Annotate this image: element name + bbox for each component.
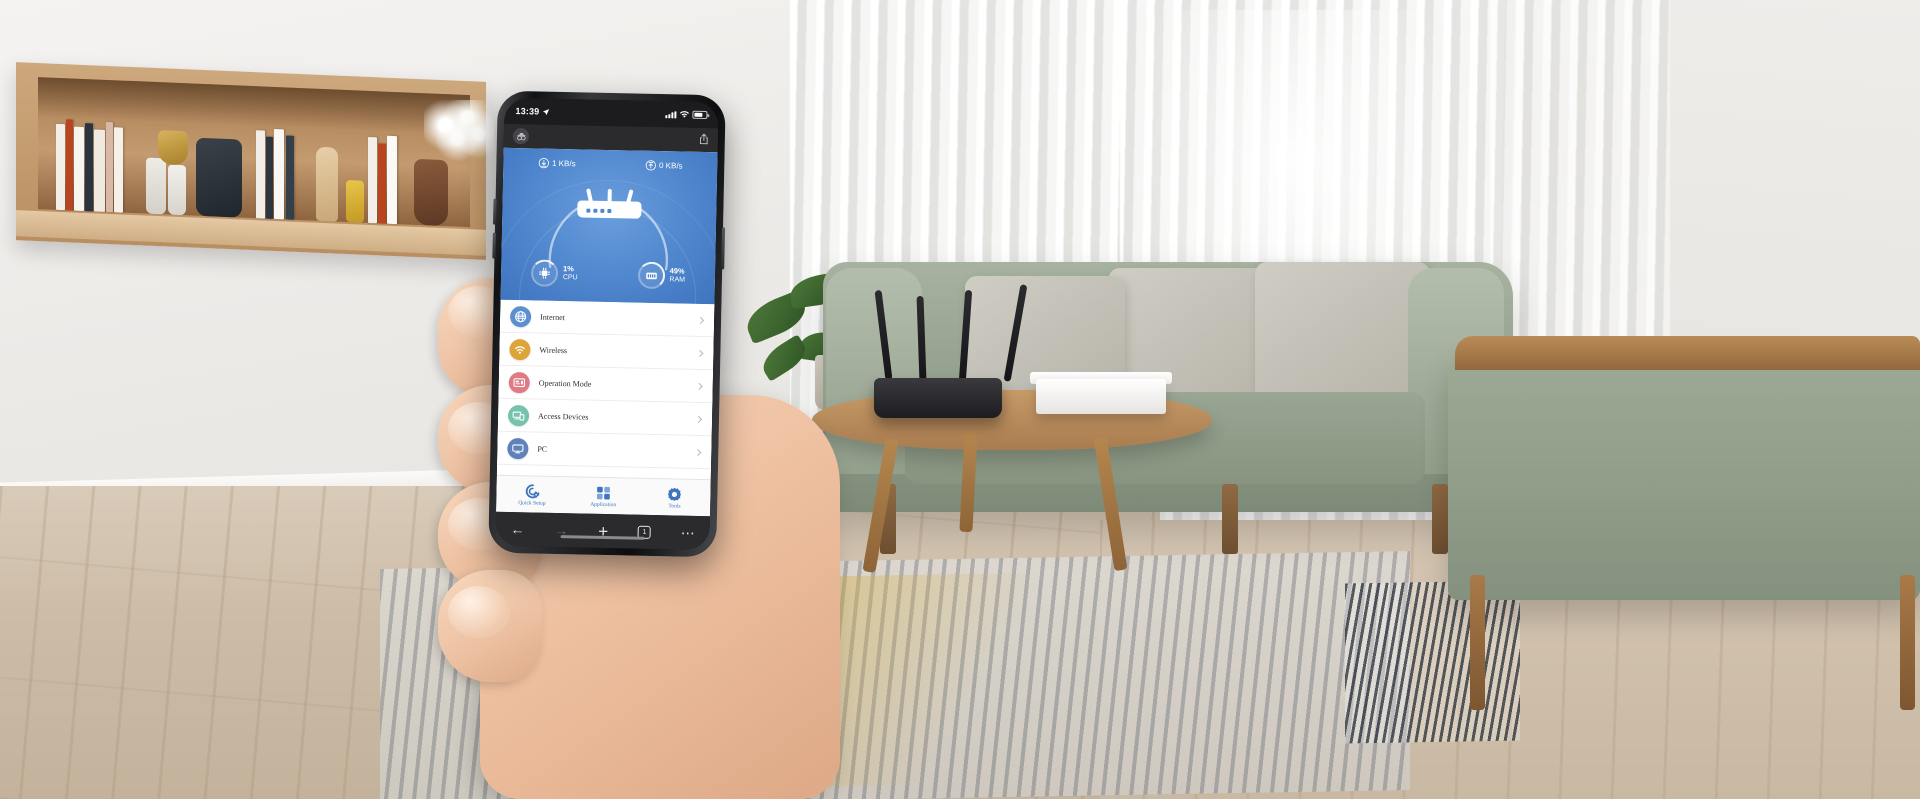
download-speed-value: 1 KB/s <box>551 158 576 169</box>
book <box>274 128 284 220</box>
decor-gold-vase <box>158 130 188 166</box>
tab-label: Quick Setup <box>518 499 546 507</box>
decor-plant-vase <box>414 158 448 227</box>
phone-screen: 13:39 1 KB/s 0 KB/s 1% CPU 49% RAM Inter… <box>495 97 719 551</box>
phone-notch <box>570 99 653 119</box>
cpu-label: CPU <box>562 273 578 282</box>
cpu-gauge-ring <box>530 259 559 287</box>
upload-speed-value: 0 KB/s <box>658 161 683 171</box>
book <box>114 127 123 213</box>
resource-gauges: 1% CPU 49% RAM <box>501 259 716 290</box>
decor-glass-jar <box>168 164 186 216</box>
wifi-icon <box>509 338 531 360</box>
cpu-icon <box>539 267 550 279</box>
book <box>266 136 273 219</box>
smartphone: 13:39 1 KB/s 0 KB/s 1% CPU 49% RAM Inter… <box>488 90 726 558</box>
upload-speed: 0 KB/s <box>645 160 683 172</box>
arrow-left-icon[interactable]: ← <box>510 521 524 537</box>
book <box>85 123 93 212</box>
menu-item-wireless[interactable]: Wireless <box>499 332 714 371</box>
quick-setup-icon <box>525 483 540 498</box>
volume-up-button[interactable] <box>493 198 497 225</box>
ram-label: RAM <box>669 276 686 284</box>
bookshelf-niche <box>16 62 486 260</box>
cpu-value: 1% <box>562 264 574 274</box>
device-mode-icon <box>508 371 530 393</box>
chevron-right-icon <box>694 448 702 456</box>
share-icon[interactable] <box>699 132 709 147</box>
rug-dark-stripe <box>1345 580 1520 744</box>
monitor-icon <box>507 437 529 459</box>
apps-grid-icon <box>596 486 610 499</box>
download-speed: 1 KB/s <box>538 157 576 170</box>
battery-icon <box>692 110 708 119</box>
book <box>368 136 377 224</box>
menu-label: PC <box>537 444 548 454</box>
fingernail <box>448 586 510 638</box>
status-bar-indicators <box>665 110 708 119</box>
menu-item-internet[interactable]: Internet <box>499 299 715 338</box>
chevron-right-icon <box>696 349 704 357</box>
chevron-right-icon <box>694 415 703 423</box>
ram-gauge-text: 49% RAM <box>669 267 685 285</box>
book <box>56 123 65 211</box>
menu-item-access-devices[interactable]: Access Devices <box>497 398 713 437</box>
menu-label: Access Devices <box>537 411 589 422</box>
book <box>66 119 73 211</box>
tab-application[interactable]: Application <box>567 477 639 514</box>
router-app: 1 KB/s 0 KB/s 1% CPU 49% RAM Internet Wi… <box>496 147 718 517</box>
book <box>74 126 84 212</box>
browser-bottom-bar: ← → + 1 ⋯ <box>495 511 710 551</box>
chevron-right-icon <box>697 316 705 324</box>
more-horizontal-icon[interactable]: ⋯ <box>681 525 695 541</box>
book <box>378 143 386 224</box>
ram-icon <box>645 272 657 279</box>
tab-tools[interactable]: Tools <box>639 479 711 516</box>
upload-speed-icon <box>645 160 656 171</box>
router-icon <box>577 187 642 219</box>
cpu-gauge: 1% CPU <box>530 259 578 287</box>
book <box>106 121 113 213</box>
ram-gauge: 49% RAM <box>637 261 685 290</box>
ios-status-bar: 13:39 <box>504 97 719 129</box>
book <box>94 129 105 212</box>
wifi-icon <box>679 111 689 118</box>
menu-label: Wireless <box>539 345 568 355</box>
status-bar-time: 13:39 <box>515 106 540 117</box>
menu-item-operation-mode[interactable]: Operation Mode <box>498 365 714 404</box>
tab-label: Application <box>590 501 617 508</box>
decor-glass-jar <box>146 157 166 215</box>
menu-label: Internet <box>540 312 566 322</box>
book <box>387 135 397 225</box>
cpu-gauge-text: 1% CPU <box>563 265 578 283</box>
download-speed-icon <box>538 157 549 169</box>
book <box>256 130 265 219</box>
chevron-right-icon <box>695 382 703 390</box>
room-scene-background <box>0 0 1920 799</box>
menu-item-pc[interactable]: PC <box>497 431 712 470</box>
location-arrow-icon <box>543 108 550 115</box>
dashboard-header: 1 KB/s 0 KB/s 1% CPU 49% RAM <box>500 147 718 305</box>
tab-label: Tools <box>668 502 681 510</box>
settings-menu-list: Internet Wireless Operation Mode Access … <box>496 299 715 480</box>
white-product-box <box>1036 379 1166 414</box>
gear-icon <box>668 487 682 501</box>
devices-icon <box>507 404 530 426</box>
decor-white-flowers <box>424 100 494 162</box>
ram-value: 49% <box>669 266 685 277</box>
ram-gauge-ring <box>637 261 665 290</box>
volume-down-button[interactable] <box>492 232 496 259</box>
tab-quick-setup[interactable]: Quick Setup <box>496 476 568 513</box>
globe-icon <box>509 305 532 327</box>
decor-yellow-object <box>346 179 364 223</box>
menu-label: Operation Mode <box>538 378 592 389</box>
private-browsing-icon[interactable] <box>512 127 530 145</box>
status-bar-time-group: 13:39 <box>515 106 550 117</box>
book <box>286 135 294 220</box>
decor-dark-vase <box>196 137 242 218</box>
decor-hand-sculpture <box>316 146 338 222</box>
speed-indicators: 1 KB/s 0 KB/s <box>503 157 717 172</box>
cellular-signal-icon <box>665 110 677 119</box>
app-tab-bar: Quick Setup Application Tools <box>496 474 711 517</box>
